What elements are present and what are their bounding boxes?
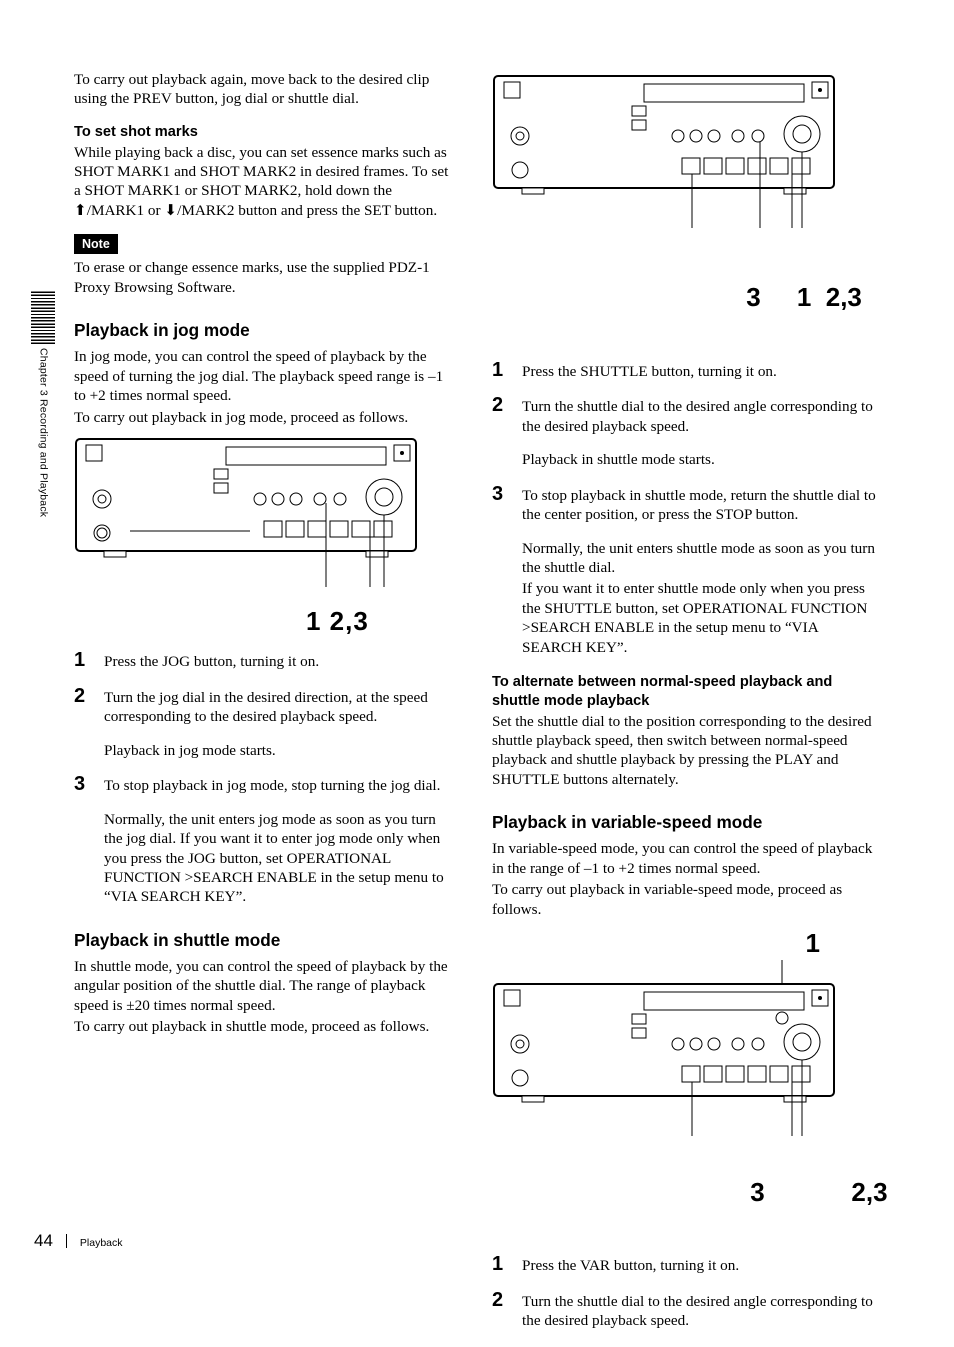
var-intro-2: To carry out playback in variable-speed … [492,880,880,919]
shuttle-step-3b-text: Normally, the unit enters shuttle mode a… [522,539,880,578]
jog-step-3: To stop playback in jog mode, stop turni… [74,776,458,907]
footer-divider [66,1234,67,1248]
chapter-tab-hatch [31,290,55,344]
jog-intro: In jog mode, you can control the speed o… [74,347,458,405]
shuttle-step-3-text: To stop playback in shuttle mode, return… [522,486,880,525]
shuttle-intro-2: To carry out playback in shuttle mode, p… [74,1017,458,1036]
var-bottom-callouts: 3 2,3 [750,1177,887,1207]
shot-marks-para: While playing back a disc, you can set e… [74,143,458,221]
shot-marks-text-mark2: /MARK2 button and press the SET button. [177,202,437,219]
jog-step-1-text: Press the JOG button, turning it on. [104,652,458,671]
shuttle-step-1-text: Press the SHUTTLE button, turning it on. [522,362,880,381]
jog-callouts: 1 2,3 [306,606,369,636]
down-arrow-icon: ⬇ [164,202,177,219]
jog-step-2: Turn the jog dial in the desired directi… [74,688,458,760]
shot-marks-text-1: While playing back a disc, you can set e… [74,144,448,200]
jog-intro-2: To carry out playback in jog mode, proce… [74,408,458,427]
jog-steps: Press the JOG button, turning it on. Tur… [74,652,458,907]
intro-again: To carry out playback again, move back t… [74,70,458,109]
alternate-text: Set the shuttle dial to the position cor… [492,712,880,790]
footer-section: Playback [80,1237,123,1250]
device-figure-var: 1 [492,927,880,1242]
jog-step-1: Press the JOG button, turning it on. [74,652,458,671]
var-step-2-text: Turn the shuttle dial to the desired ang… [522,1292,880,1331]
var-step-2: Turn the shuttle dial to the desired ang… [492,1292,880,1331]
shot-marks-text-mark1: /MARK1 or [87,202,165,219]
shuttle-step-2b-text: Playback in shuttle mode starts. [522,450,880,469]
up-arrow-icon: ⬆ [74,202,87,219]
var-intro: In variable-speed mode, you can control … [492,839,880,878]
jog-step-2-text: Turn the jog dial in the desired directi… [104,688,458,727]
heading-var-mode: Playback in variable-speed mode [492,811,880,833]
jog-step-3b-text: Normally, the unit enters jog mode as so… [104,810,458,907]
heading-shuttle-mode: Playback in shuttle mode [74,929,458,951]
var-step-1: Press the VAR button, turning it on. [492,1256,880,1275]
note-text: To erase or change essence marks, use th… [74,258,458,297]
shuttle-callouts: 3 1 2,3 [746,282,862,312]
var-step-1-text: Press the VAR button, turning it on. [522,1256,880,1275]
device-figure-jog: 1 2,3 [74,437,458,638]
var-top-callout: 1 [806,928,820,958]
var-steps: Press the VAR button, turning it on. Tur… [492,1256,880,1330]
shuttle-intro: In shuttle mode, you can control the spe… [74,957,458,1015]
page-footer: 44 Playback [34,1230,123,1252]
right-column: 3 1 2,3 Press the SHUTTLE button, turnin… [492,70,880,1347]
heading-jog-mode: Playback in jog mode [74,319,458,341]
heading-alternate: To alternate between normal-speed playba… [492,673,880,710]
jog-step-3-text: To stop playback in jog mode, stop turni… [104,776,458,795]
note-badge: Note [74,234,118,254]
shuttle-step-2: Turn the shuttle dial to the desired ang… [492,397,880,469]
jog-step-2b-text: Playback in jog mode starts. [104,741,458,760]
device-figure-shuttle: 3 1 2,3 [492,70,880,348]
left-column: To carry out playback again, move back t… [74,70,458,1347]
heading-shot-marks: To set shot marks [74,123,458,142]
page-number: 44 [34,1230,53,1252]
shuttle-step-2-text: Turn the shuttle dial to the desired ang… [522,397,880,436]
chapter-tab-label: Chapter 3 Recording and Playback [36,348,49,517]
shuttle-step-3c-text: If you want it to enter shuttle mode onl… [522,579,880,657]
chapter-tab: Chapter 3 Recording and Playback [30,290,56,517]
shuttle-step-3: To stop playback in shuttle mode, return… [492,486,880,658]
shuttle-step-1: Press the SHUTTLE button, turning it on. [492,362,880,381]
shuttle-steps: Press the SHUTTLE button, turning it on.… [492,362,880,657]
